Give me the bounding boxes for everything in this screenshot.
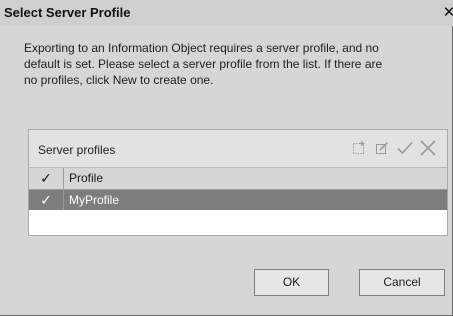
edit-profile-button[interactable]	[373, 138, 391, 158]
default-check-cell[interactable]: ✓	[29, 190, 64, 210]
set-default-button[interactable]	[396, 138, 414, 158]
profile-toolbar	[350, 138, 437, 158]
default-column-header: ✓	[29, 168, 64, 189]
close-button[interactable]: ✕	[442, 4, 453, 22]
empty-table-area	[29, 210, 447, 235]
profile-name-cell[interactable]: MyProfile	[69, 190, 119, 210]
delete-profile-button[interactable]	[419, 138, 437, 158]
check-icon	[397, 141, 413, 155]
title-bar[interactable]: Select Server Profile ✕	[0, 0, 453, 26]
server-profiles-panel: Server profiles ✓ Profile ✓ MyProfile	[28, 129, 448, 236]
ok-button[interactable]: OK	[254, 269, 329, 296]
table-row[interactable]: ✓ MyProfile	[29, 190, 447, 210]
new-profile-button[interactable]	[350, 138, 368, 158]
close-icon: ✕	[442, 4, 453, 21]
edit-icon	[376, 141, 389, 154]
delete-icon	[420, 140, 436, 156]
profile-column-header[interactable]: Profile	[69, 168, 103, 189]
instruction-message: Exporting to an Information Object requi…	[24, 40, 434, 88]
panel-title: Server profiles	[38, 143, 116, 157]
dialog-title: Select Server Profile	[4, 5, 131, 20]
check-icon: ✓	[40, 170, 52, 186]
message-line: Exporting to an Information Object requi…	[24, 41, 379, 55]
select-server-profile-dialog: Select Server Profile ✕ Exporting to an …	[0, 0, 453, 316]
message-line: no profiles, click New to create one.	[24, 73, 214, 87]
check-icon: ✓	[40, 192, 52, 208]
panel-header: Server profiles	[29, 130, 447, 168]
message-line: default is set. Please select a server p…	[24, 57, 383, 71]
cancel-button[interactable]: Cancel	[359, 269, 445, 296]
profiles-table-header: ✓ Profile	[29, 168, 447, 190]
new-icon	[353, 141, 365, 154]
